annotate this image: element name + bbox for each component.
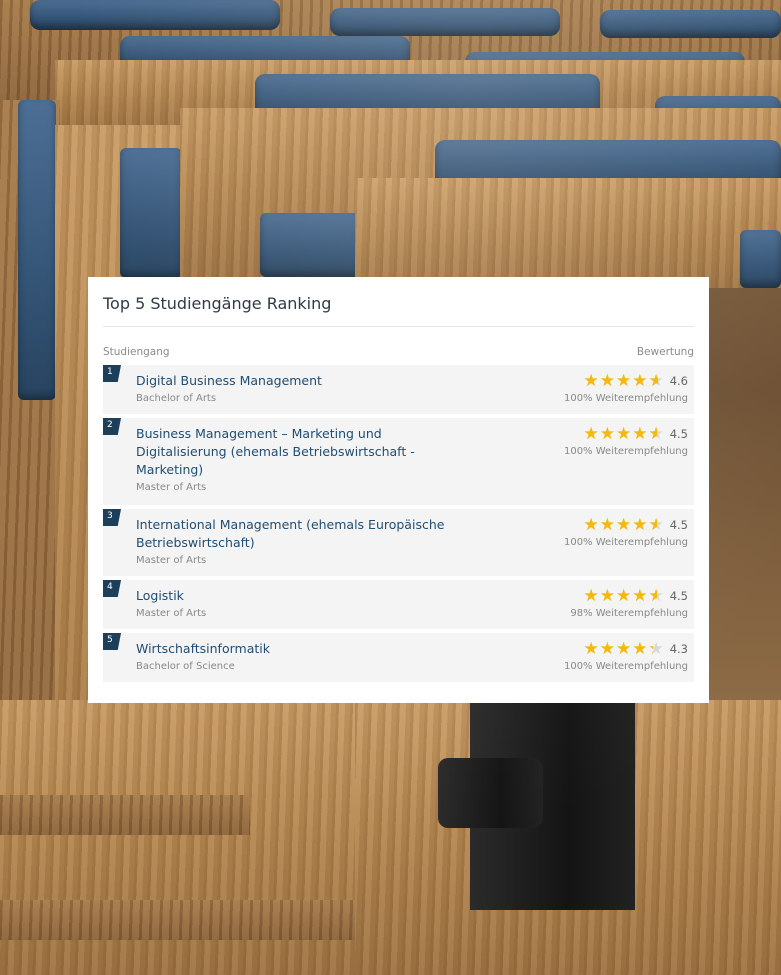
ranking-row[interactable]: 3 International Management (ehemals Euro…: [103, 509, 694, 576]
rating-score: 4.6: [669, 374, 688, 388]
star-rating: ★★★★★★★★★★: [583, 515, 665, 535]
program-name-link[interactable]: Business Management – Marketing und Digi…: [136, 425, 466, 479]
ranking-list: 1 Digital Business Management Bachelor o…: [103, 365, 694, 682]
degree-label: Bachelor of Science: [136, 661, 235, 672]
rating-score: 4.3: [669, 642, 688, 656]
degree-label: Master of Arts: [136, 482, 207, 493]
program-name-link[interactable]: International Management (ehemals Europä…: [136, 516, 466, 552]
ranking-card: Top 5 Studiengänge Ranking Studiengang B…: [88, 277, 709, 703]
rank-badge: 4: [103, 580, 121, 597]
recommendation-rate: 98% Weiterempfehlung: [570, 608, 688, 619]
column-header-program: Studiengang: [103, 346, 170, 358]
program-name-link[interactable]: Logistik: [136, 587, 206, 605]
degree-label: Master of Arts: [136, 555, 207, 566]
ranking-row[interactable]: 2 Business Management – Marketing und Di…: [103, 418, 694, 505]
degree-label: Master of Arts: [136, 608, 207, 619]
rank-badge: 1: [103, 365, 121, 382]
star-rating: ★★★★★★★★★★: [583, 371, 665, 391]
column-header-rating: Bewertung: [636, 346, 694, 358]
degree-label: Bachelor of Arts: [136, 393, 217, 404]
recommendation-rate: 100% Weiterempfehlung: [563, 537, 688, 548]
column-header: Studiengang Bewertung: [103, 327, 694, 365]
star-icon: ★★★★★: [583, 372, 659, 390]
card-title: Top 5 Studiengänge Ranking: [103, 277, 694, 327]
star-rating: ★★★★★★★★★★: [583, 424, 665, 444]
ranking-row[interactable]: 5 Wirtschaftsinformatik Bachelor of Scie…: [103, 633, 694, 682]
rank-badge: 5: [103, 633, 121, 650]
ranking-row[interactable]: 4 Logistik Master of Arts ★★★★★★★★★★ 4.5…: [103, 580, 694, 629]
program-name-link[interactable]: Wirtschaftsinformatik: [136, 640, 270, 658]
rating-score: 4.5: [669, 518, 688, 532]
ranking-row[interactable]: 1 Digital Business Management Bachelor o…: [103, 365, 694, 414]
star-icon: ★★★★★: [583, 516, 657, 534]
program-name-link[interactable]: Digital Business Management: [136, 372, 322, 390]
star-rating: ★★★★★★★★★★: [583, 639, 665, 659]
rank-badge: 3: [103, 509, 121, 526]
rating-score: 4.5: [669, 427, 688, 441]
recommendation-rate: 100% Weiterempfehlung: [563, 446, 688, 457]
star-icon: ★★★★★: [583, 640, 654, 658]
rating-score: 4.5: [669, 589, 688, 603]
star-icon: ★★★★★: [583, 425, 657, 443]
star-icon: ★★★★★: [583, 587, 657, 605]
star-rating: ★★★★★★★★★★: [583, 586, 665, 606]
rank-badge: 2: [103, 418, 121, 435]
recommendation-rate: 100% Weiterempfehlung: [563, 661, 688, 672]
recommendation-rate: 100% Weiterempfehlung: [563, 393, 688, 404]
